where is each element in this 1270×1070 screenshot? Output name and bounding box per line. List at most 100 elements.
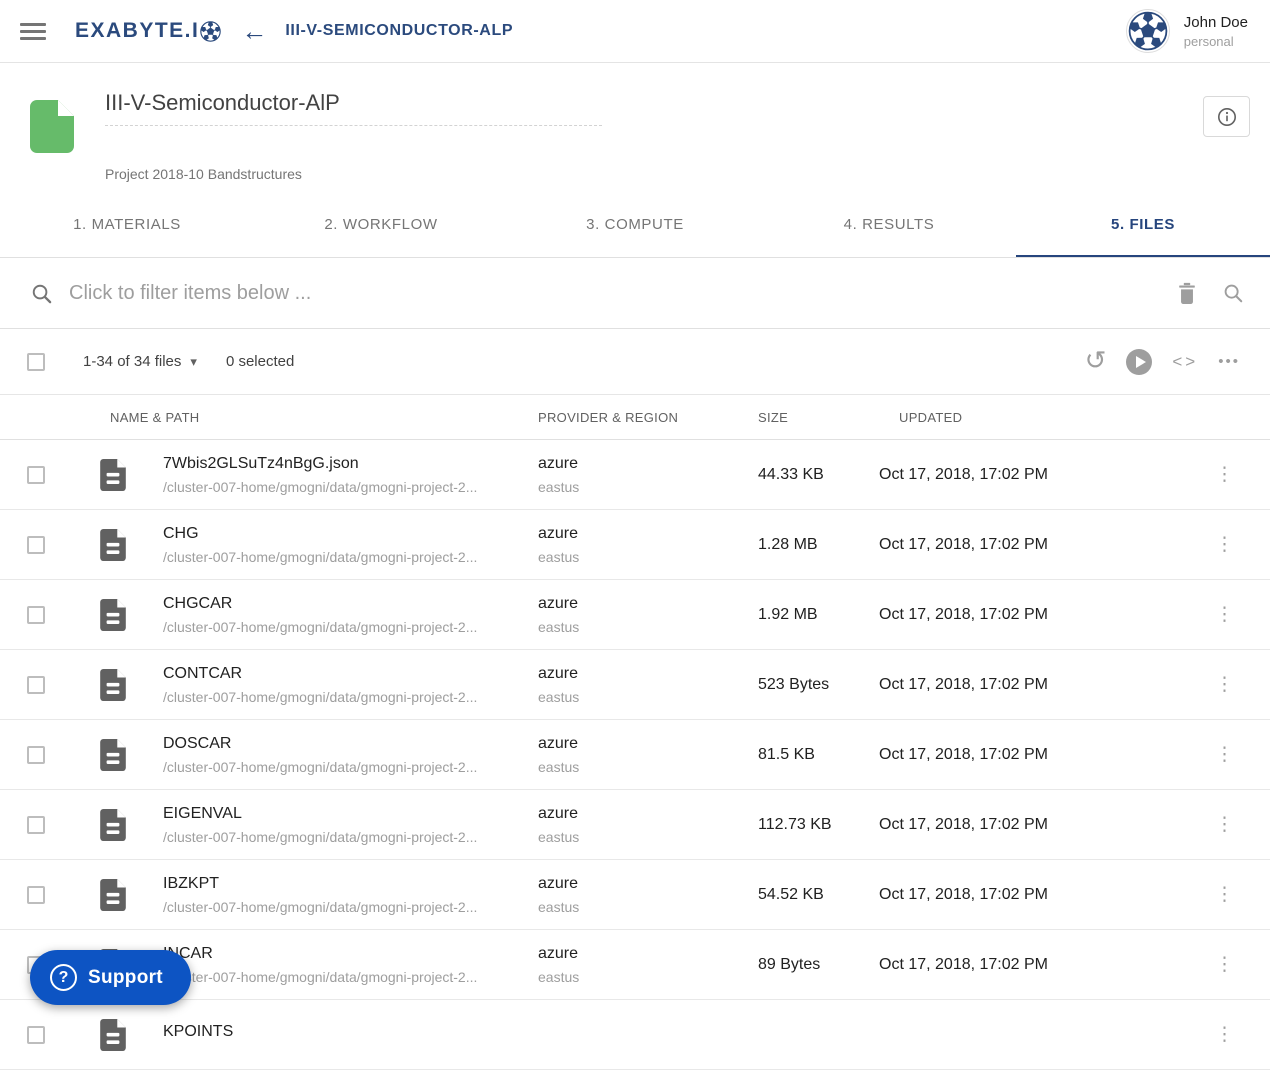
code-icon[interactable]: <> bbox=[1172, 352, 1198, 372]
file-updated: Oct 17, 2018, 17:02 PM bbox=[879, 815, 1048, 833]
file-path: /cluster-007-home/gmogni/data/gmogni-pro… bbox=[163, 548, 478, 565]
row-menu-icon[interactable]: ⋮ bbox=[1215, 885, 1234, 904]
file-updated: Oct 17, 2018, 17:02 PM bbox=[879, 605, 1048, 623]
support-label: Support bbox=[88, 966, 163, 988]
refresh-icon[interactable]: ↺ bbox=[1085, 347, 1107, 373]
info-icon bbox=[1217, 107, 1236, 126]
file-icon bbox=[100, 458, 126, 491]
file-region: eastus bbox=[538, 618, 580, 635]
row-menu-icon[interactable]: ⋮ bbox=[1215, 815, 1234, 834]
file-name[interactable]: INCAR bbox=[163, 945, 518, 963]
tab-3-compute[interactable]: 3. COMPUTE bbox=[508, 194, 762, 257]
row-menu-icon[interactable]: ⋮ bbox=[1215, 535, 1234, 554]
back-arrow-icon[interactable]: ← bbox=[241, 18, 267, 44]
row-menu-icon[interactable]: ⋮ bbox=[1215, 675, 1234, 694]
file-name[interactable]: CHGCAR bbox=[163, 595, 518, 613]
search-secondary-icon[interactable] bbox=[1222, 282, 1244, 304]
help-icon: ? bbox=[50, 964, 77, 991]
row-checkbox[interactable] bbox=[27, 815, 45, 834]
column-provider-region[interactable]: PROVIDER & REGION bbox=[538, 410, 758, 425]
file-path: /cluster-007-home/gmogni/data/gmogni-pro… bbox=[163, 688, 478, 705]
support-button[interactable]: ? Support bbox=[30, 950, 191, 1005]
file-size: 112.73 KB bbox=[758, 815, 832, 833]
file-icon bbox=[100, 1018, 126, 1051]
file-provider: azure bbox=[538, 734, 579, 752]
file-name[interactable]: 7Wbis2GLSuTz4nBgG.json bbox=[163, 455, 518, 473]
user-menu[interactable]: John Doe personal bbox=[1125, 9, 1248, 53]
file-provider: azure bbox=[538, 594, 579, 612]
table-row[interactable]: IBZKPT /cluster-007-home/gmogni/data/gmo… bbox=[0, 860, 1270, 930]
file-path: /cluster-007-home/gmogni/data/gmogni-pro… bbox=[163, 968, 478, 985]
table-row[interactable]: 7Wbis2GLSuTz4nBgG.json /cluster-007-home… bbox=[0, 440, 1270, 510]
column-size[interactable]: SIZE bbox=[758, 410, 899, 425]
file-name[interactable]: CONTCAR bbox=[163, 665, 518, 683]
logo[interactable]: EXABYTE.I bbox=[75, 19, 222, 43]
file-name[interactable]: CHG bbox=[163, 525, 518, 543]
row-menu-icon[interactable]: ⋮ bbox=[1215, 745, 1234, 764]
soccer-ball-avatar-icon bbox=[1128, 11, 1168, 51]
table-row[interactable]: INCAR /cluster-007-home/gmogni/data/gmog… bbox=[0, 930, 1270, 1000]
row-menu-icon[interactable]: ⋮ bbox=[1215, 465, 1234, 484]
project-info-button[interactable] bbox=[1203, 96, 1250, 137]
row-checkbox[interactable] bbox=[27, 535, 45, 554]
column-name-path[interactable]: NAME & PATH bbox=[110, 410, 538, 425]
project-title[interactable]: III-V-Semiconductor-AlP bbox=[105, 90, 602, 116]
logo-text: EXABYTE.I bbox=[75, 19, 200, 42]
file-name[interactable]: KPOINTS bbox=[163, 1023, 518, 1041]
row-checkbox[interactable] bbox=[27, 885, 45, 904]
file-icon bbox=[100, 878, 126, 911]
more-options-icon[interactable]: ••• bbox=[1218, 353, 1240, 370]
pagination-range[interactable]: 1-34 of 34 files bbox=[83, 353, 181, 370]
row-checkbox[interactable] bbox=[27, 465, 45, 484]
play-icon[interactable] bbox=[1126, 348, 1153, 375]
file-provider: azure bbox=[538, 804, 579, 822]
file-provider: azure bbox=[538, 874, 579, 892]
tab-4-results[interactable]: 4. RESULTS bbox=[762, 194, 1016, 257]
file-path: /cluster-007-home/gmogni/data/gmogni-pro… bbox=[163, 618, 478, 635]
chevron-down-icon[interactable]: ▾ bbox=[190, 354, 197, 370]
file-updated: Oct 17, 2018, 17:02 PM bbox=[879, 465, 1048, 483]
row-checkbox[interactable] bbox=[27, 745, 45, 764]
file-path: /cluster-007-home/gmogni/data/gmogni-pro… bbox=[163, 898, 478, 915]
file-size: 54.52 KB bbox=[758, 885, 824, 903]
row-checkbox[interactable] bbox=[27, 1025, 45, 1044]
file-icon bbox=[100, 668, 126, 701]
tab-bar: 1. MATERIALS 2. WORKFLOW 3. COMPUTE 4. RESU… bbox=[0, 194, 1270, 258]
table-row[interactable]: DOSCAR /cluster-007-home/gmogni/data/gmo… bbox=[0, 720, 1270, 790]
row-menu-icon[interactable]: ⋮ bbox=[1215, 605, 1234, 624]
file-size: 1.28 MB bbox=[758, 535, 818, 553]
avatar[interactable] bbox=[1125, 9, 1170, 53]
trash-icon[interactable] bbox=[1176, 281, 1198, 305]
column-updated[interactable]: UPDATED bbox=[899, 410, 1270, 425]
file-name[interactable]: EIGENVAL bbox=[163, 805, 518, 823]
file-icon bbox=[100, 528, 126, 561]
table-row[interactable]: KPOINTS ⋮ bbox=[0, 1000, 1270, 1070]
row-menu-icon[interactable]: ⋮ bbox=[1215, 1025, 1234, 1044]
user-name: John Doe bbox=[1183, 13, 1248, 31]
table-row[interactable]: CHG /cluster-007-home/gmogni/data/gmogni… bbox=[0, 510, 1270, 580]
file-region: eastus bbox=[538, 968, 580, 985]
row-checkbox[interactable] bbox=[27, 605, 45, 624]
filter-input[interactable] bbox=[69, 281, 1176, 305]
file-size: 81.5 KB bbox=[758, 745, 815, 763]
table-row[interactable]: CHGCAR /cluster-007-home/gmogni/data/gmo… bbox=[0, 580, 1270, 650]
project-file-icon bbox=[30, 100, 74, 153]
file-size: 44.33 KB bbox=[758, 465, 824, 483]
file-updated: Oct 17, 2018, 17:02 PM bbox=[879, 745, 1048, 763]
file-name[interactable]: DOSCAR bbox=[163, 735, 518, 753]
select-all-checkbox[interactable] bbox=[27, 352, 45, 371]
table-row[interactable]: CONTCAR /cluster-007-home/gmogni/data/gm… bbox=[0, 650, 1270, 720]
file-path: /cluster-007-home/gmogni/data/gmogni-pro… bbox=[163, 478, 478, 495]
file-name[interactable]: IBZKPT bbox=[163, 875, 518, 893]
tab-2-workflow[interactable]: 2. WORKFLOW bbox=[254, 194, 508, 257]
file-icon bbox=[100, 738, 126, 771]
file-size: 523 Bytes bbox=[758, 675, 830, 693]
row-menu-icon[interactable]: ⋮ bbox=[1215, 955, 1234, 974]
tab-1-materials[interactable]: 1. MATERIALS bbox=[0, 194, 254, 257]
table-row[interactable]: EIGENVAL /cluster-007-home/gmogni/data/g… bbox=[0, 790, 1270, 860]
menu-icon[interactable] bbox=[20, 19, 46, 44]
file-region: eastus bbox=[538, 548, 580, 565]
tab-5-files[interactable]: 5. FILES bbox=[1016, 194, 1270, 257]
row-checkbox[interactable] bbox=[27, 675, 45, 694]
file-provider: azure bbox=[538, 664, 579, 682]
